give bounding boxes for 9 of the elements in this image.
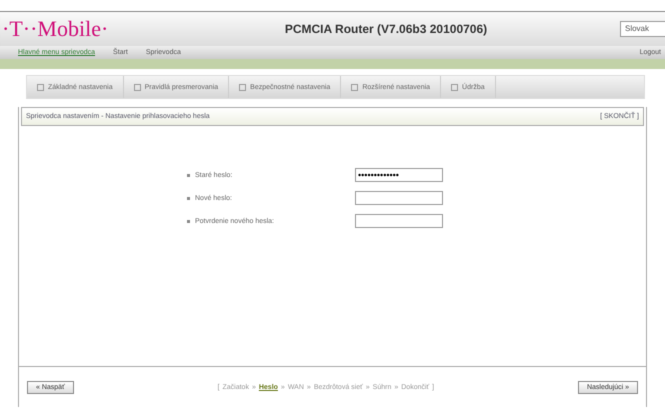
password-field[interactable]	[355, 191, 443, 205]
logo: ·T··Mobile·	[2, 16, 110, 42]
bullet-icon	[187, 220, 190, 222]
bullet-icon	[187, 196, 190, 200]
password-field[interactable]	[355, 214, 443, 228]
language-select[interactable]: Slovak	[620, 21, 665, 37]
router-title: PCMCIA Router (V7.06b3 20100706)	[284, 22, 488, 36]
password-field[interactable]: •••••••••••••	[355, 168, 443, 182]
bullet-icon	[187, 174, 190, 176]
